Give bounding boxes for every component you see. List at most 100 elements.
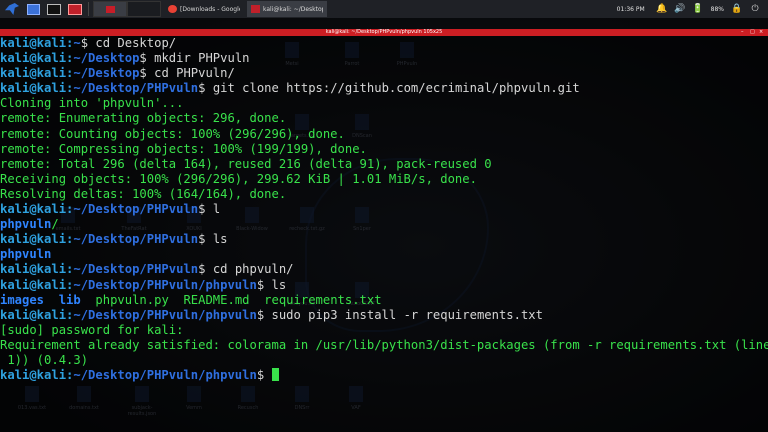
- prompt-user: kali@kali:: [0, 81, 74, 96]
- output-text: 1)) (0.4.3): [0, 352, 89, 367]
- show-desktop-button[interactable]: [24, 1, 42, 17]
- terminal-icon: [251, 5, 260, 13]
- kali-menu-button[interactable]: [3, 1, 21, 17]
- file-listing-line: images lib phpvuln.py README.md requirem…: [0, 293, 768, 308]
- battery-icon[interactable]: 🔋: [692, 4, 703, 14]
- prompt-symbol: $: [198, 262, 213, 277]
- taskbar-item-chrome[interactable]: [Downloads - Google Ch...: [164, 1, 244, 17]
- prompt-line: kali@kali:~/Desktop$ cd PHPvuln/: [0, 66, 768, 81]
- prompt-symbol: $: [198, 81, 213, 96]
- window-controls: – □ ×: [737, 29, 764, 36]
- command-text: mkdir PHPvuln: [154, 51, 250, 66]
- workspace-switcher: [93, 0, 161, 18]
- prompt-symbol: $: [139, 51, 155, 66]
- prompt-user: kali@kali:: [0, 277, 74, 292]
- system-tray: 01:36 PM 🔔 🔊 🔋 88% 🔒 ⏻: [617, 0, 768, 18]
- directory-name: lib: [58, 292, 81, 307]
- terminal-cursor[interactable]: [271, 368, 279, 382]
- launcher-bar: [0, 0, 84, 18]
- prompt-user: kali@kali:: [0, 66, 74, 81]
- volume-icon[interactable]: 🔊: [674, 4, 685, 14]
- prompt-symbol: $: [198, 232, 213, 247]
- output-line: remote: Total 296 (delta 164), reused 21…: [0, 157, 768, 172]
- taskbar-item-label: [Downloads - Google Ch...: [180, 5, 240, 13]
- output-text: Resolving deltas: 100% (164/164), done.: [0, 186, 287, 201]
- terminal-output[interactable]: kali@kali:~$ cd Desktop/kali@kali:~/Desk…: [0, 36, 768, 432]
- directory-name: phpvuln: [0, 247, 52, 262]
- command-text: git clone https://github.com/ecriminal/p…: [212, 81, 580, 96]
- command-text: l: [212, 202, 221, 217]
- minimize-icon[interactable]: –: [741, 30, 746, 35]
- window-title: kali@kali: ~/Desktop/PHPvuln/phpvuln 105…: [325, 29, 443, 35]
- output-line: remote: Enumerating objects: 296, done.: [0, 111, 768, 126]
- directory-listing-line: phpvuln: [0, 247, 768, 262]
- battery-percent: 88%: [710, 5, 724, 13]
- output-text: remote: Compressing objects: 100% (199/1…: [0, 141, 367, 156]
- prompt-line: kali@kali:~/Desktop/PHPvuln$ ls: [0, 232, 768, 247]
- directory-name: phpvuln: [0, 217, 52, 232]
- terminal-launcher[interactable]: [45, 1, 63, 17]
- prompt-symbol: $: [139, 66, 155, 81]
- prompt-path: ~/Desktop/PHPvuln/phpvuln: [73, 368, 257, 383]
- prompt-line: kali@kali:~/Desktop/PHPvuln/phpvuln$ ls: [0, 278, 768, 293]
- prompt-path: ~/Desktop: [73, 66, 140, 81]
- power-icon[interactable]: ⏻: [750, 4, 760, 14]
- directory-listing-line: phpvuln/: [0, 217, 768, 232]
- workspace-1[interactable]: [93, 1, 127, 17]
- command-text: cd PHPvuln/: [154, 66, 235, 81]
- lock-icon[interactable]: 🔒: [731, 4, 742, 14]
- clock[interactable]: 01:36 PM: [617, 6, 645, 13]
- file-names: [44, 293, 59, 307]
- prompt-symbol: $: [256, 368, 272, 383]
- prompt-path: ~/Desktop/PHPvuln: [73, 81, 199, 96]
- output-line: Cloning into 'phpvuln'...: [0, 96, 768, 111]
- output-text: Receiving objects: 100% (296/296), 299.6…: [0, 171, 477, 186]
- maximize-icon[interactable]: □: [750, 30, 755, 35]
- output-text: remote: Total 296 (delta 164), reused 21…: [0, 156, 492, 171]
- terminal-titlebar[interactable]: kali@kali: ~/Desktop/PHPvuln/phpvuln 105…: [0, 29, 768, 36]
- command-text: ls: [271, 277, 287, 292]
- output-text: [sudo] password for kali:: [0, 322, 184, 337]
- prompt-path: ~: [73, 36, 81, 50]
- prompt-path: ~/Desktop/PHPvuln: [73, 202, 199, 217]
- prompt-user: kali@kali:: [0, 307, 74, 322]
- command-text: ls: [212, 232, 228, 247]
- prompt-line: kali@kali:~/Desktop/PHPvuln$ cd phpvuln/: [0, 262, 768, 277]
- prompt-user: kali@kali:: [0, 262, 74, 277]
- panel-separator: [88, 2, 89, 16]
- terminal-launcher-icon: [47, 3, 61, 15]
- prompt-user: kali@kali:: [0, 202, 74, 217]
- prompt-path: ~/Desktop/PHPvuln/phpvuln: [73, 307, 257, 322]
- taskbar-item-label: kali@kali: ~/Desktop/PH...: [263, 5, 323, 13]
- prompt-user: kali@kali:: [0, 51, 74, 66]
- prompt-line: kali@kali:~/Desktop/PHPvuln$ git clone h…: [0, 81, 768, 96]
- prompt-symbol: $: [198, 202, 213, 217]
- output-line: Receiving objects: 100% (296/296), 299.6…: [0, 172, 768, 187]
- bell-icon[interactable]: 🔔: [656, 4, 667, 14]
- prompt-path: ~/Desktop/PHPvuln/phpvuln: [73, 277, 257, 292]
- close-icon[interactable]: ×: [759, 30, 764, 35]
- output-text: remote: Counting objects: 100% (296/296)…: [0, 126, 345, 141]
- output-line: Requirement already satisfied: colorama …: [0, 338, 768, 353]
- red-app-icon: [68, 3, 82, 15]
- output-text: Cloning into 'phpvuln'...: [0, 96, 184, 111]
- prompt-path: ~/Desktop/PHPvuln: [73, 262, 199, 277]
- prompt-symbol: $: [256, 307, 272, 322]
- prompt-symbol: $: [80, 36, 96, 50]
- command-text: cd Desktop/: [95, 36, 177, 50]
- command-text: cd phpvuln/: [212, 262, 294, 277]
- prompt-line: kali@kali:~$ cd Desktop/: [0, 36, 768, 51]
- chrome-icon: [168, 5, 177, 13]
- command-text: sudo pip3 install -r requirements.txt: [271, 307, 544, 322]
- output-line: Resolving deltas: 100% (164/164), done.: [0, 187, 768, 202]
- directory-suffix: /: [51, 217, 59, 232]
- workspace-2[interactable]: [127, 1, 161, 17]
- taskbar-item-terminal[interactable]: kali@kali: ~/Desktop/PH...: [247, 1, 327, 17]
- prompt-user: kali@kali:: [0, 368, 74, 383]
- red-app-launcher[interactable]: [66, 1, 84, 17]
- workspace-window-thumbnail: [105, 5, 115, 13]
- prompt-line: kali@kali:~/Desktop/PHPvuln/phpvuln$ sud…: [0, 308, 768, 323]
- prompt-line: kali@kali:~/Desktop$ mkdir PHPvuln: [0, 51, 768, 66]
- prompt-user: kali@kali:: [0, 232, 74, 247]
- top-panel: [Downloads - Google Ch... kali@kali: ~/D…: [0, 0, 768, 18]
